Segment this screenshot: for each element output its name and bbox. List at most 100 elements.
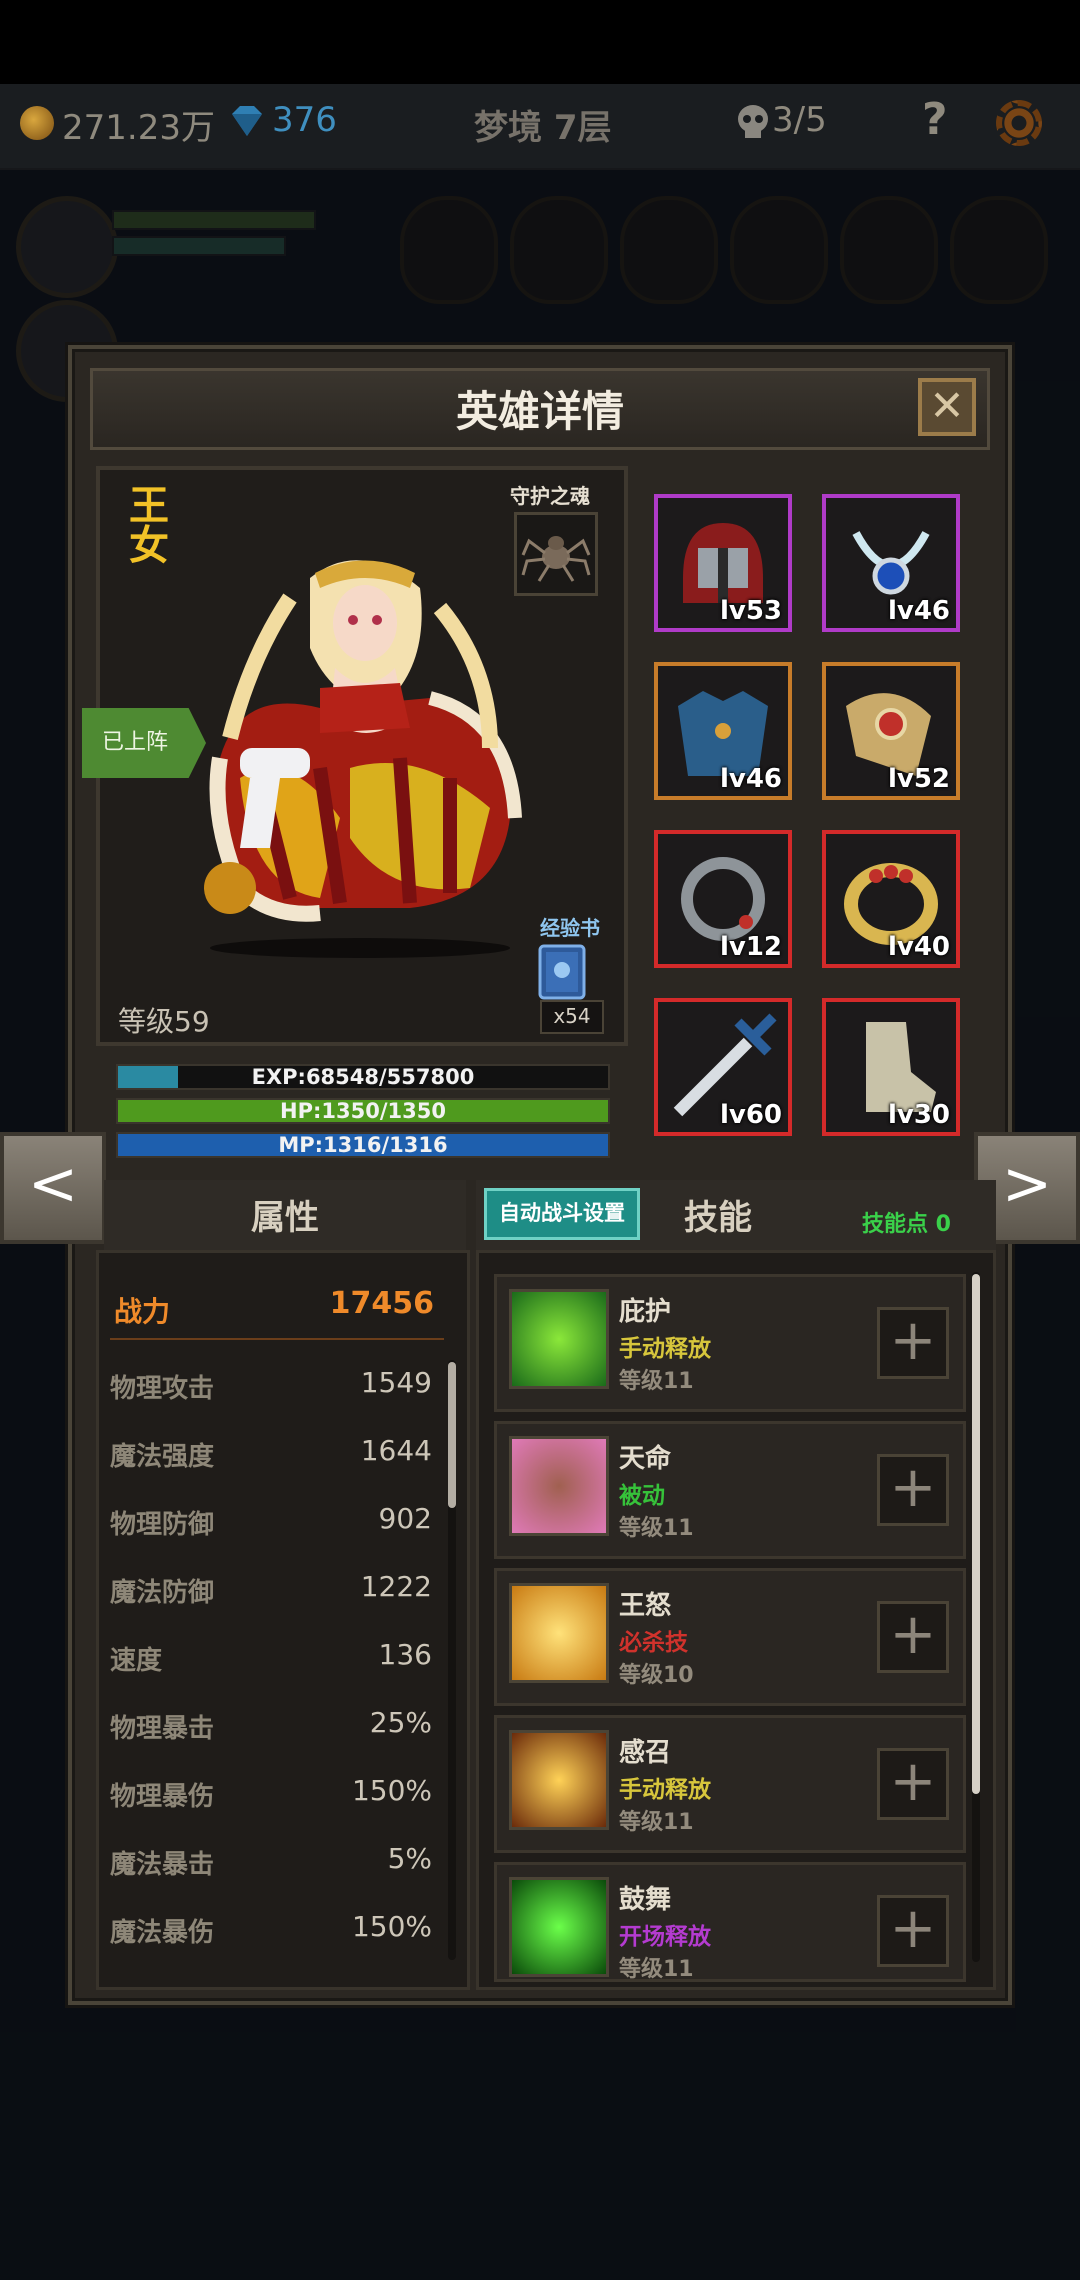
equip-slot-amulet[interactable]: lv46 [822,494,960,632]
skill-level: 等级11 [619,1369,694,1394]
equip-slot-armor[interactable]: lv46 [654,662,792,800]
skull-count: 3/5 [772,100,827,140]
stat-label: 物理防御 [110,1510,215,1540]
stat-label: 魔法暴伤 [110,1918,215,1948]
skill-points: 技能点 0 [862,1212,951,1237]
skill-type: 必杀技 [619,1630,688,1656]
equip-level: lv46 [887,596,950,626]
stat-label: 魔法暴击 [110,1850,215,1880]
auto-battle-settings-button[interactable]: 自动战斗设置 [484,1188,640,1240]
skill-name: 王怒 [619,1591,672,1621]
king-rage-skill-icon [509,1583,609,1683]
skill-item[interactable]: 庇护 手动释放 等级11 + [494,1274,966,1412]
upgrade-skill-button[interactable]: + [877,1748,949,1820]
stat-row: 魔法强度 1644 [110,1434,432,1476]
exp-book-label: 经验书 [540,916,600,940]
equip-level: lv12 [719,932,782,962]
upgrade-skill-button[interactable]: + [877,1895,949,1967]
skill-item[interactable]: 感召 手动释放 等级11 + [494,1715,966,1853]
stat-row: 魔法防御 1222 [110,1570,432,1612]
hero-level: 等级59 [118,1005,210,1038]
stat-value: 1549 [360,1366,432,1399]
stat-row: 魔法暴击 5% [110,1842,432,1884]
stat-row: 速度 136 [110,1638,432,1680]
skill-level: 等级11 [619,1810,694,1835]
destiny-skill-icon [509,1436,609,1536]
equip-level: lv46 [719,764,782,794]
tab-attributes[interactable]: 属性 [104,1190,466,1239]
skull-icon [738,105,768,138]
diamond-icon [232,106,262,136]
stat-value: 136 [378,1638,432,1671]
gold-coin-icon [20,106,54,140]
hero-name: 王女 [122,484,168,564]
stat-label: 物理暴击 [110,1714,215,1744]
power-value: 17456 [329,1286,434,1321]
skill-item[interactable]: 天命 被动 等级11 + [494,1421,966,1559]
upgrade-skill-button[interactable]: + [877,1601,949,1673]
skill-name: 天命 [619,1444,672,1474]
help-button[interactable]: ? [922,94,948,145]
summon-skill-icon [509,1730,609,1830]
equip-slot-boots[interactable]: lv30 [822,998,960,1136]
upgrade-skill-button[interactable]: + [877,1307,949,1379]
stat-value: 1222 [360,1570,432,1603]
stat-value: 1644 [360,1434,432,1467]
stat-row: 物理攻击 1549 [110,1366,432,1408]
skill-level: 等级11 [619,1957,694,1982]
exp-bar: EXP:68548/557800 [116,1064,610,1090]
stat-row: 物理防御 902 [110,1502,432,1544]
power-label: 战力 [114,1295,171,1328]
equipment-grid: lv53 lv46 lv46 lv52 lv12 lv40 lv60 lv30 [640,466,990,1166]
stat-label: 魔法强度 [110,1442,215,1472]
equip-slot-ring[interactable]: lv40 [822,830,960,968]
stat-row: 物理暴伤 150% [110,1774,432,1816]
exp-book-count: x54 [540,1000,604,1034]
skill-type: 手动释放 [619,1777,711,1803]
equip-slot-bracelet[interactable]: lv12 [654,830,792,968]
stat-value: 25% [369,1706,432,1739]
stat-value: 150% [351,1774,432,1807]
equip-level: lv60 [719,1100,782,1130]
skill-item[interactable]: 鼓舞 开场释放 等级11 + [494,1862,966,1982]
hp-bar: HP:1350/1350 [116,1098,610,1124]
deployed-badge: 已上阵 [82,708,206,778]
stat-value: 150% [351,1910,432,1943]
dungeon-floor: 梦境 7层 [474,108,612,148]
stat-label: 物理暴伤 [110,1782,215,1812]
settings-gear-icon[interactable] [996,100,1042,146]
diamond-amount: 376 [272,100,337,140]
skill-type: 手动释放 [619,1336,711,1362]
dialog-title: 英雄详情 [455,387,624,436]
equip-slot-helmet[interactable]: lv53 [654,494,792,632]
skill-name: 感召 [619,1738,672,1768]
attributes-scrollbar-thumb[interactable] [448,1362,456,1508]
skill-name: 庇护 [619,1297,672,1327]
mp-bar: MP:1316/1316 [116,1132,610,1158]
equip-slot-shoulder[interactable]: lv52 [822,662,960,800]
equip-level: lv53 [719,596,782,626]
guardian-soul-label: 守护之魂 [510,484,590,508]
skills-scrollbar-thumb[interactable] [972,1274,980,1794]
skill-item[interactable]: 王怒 必杀技 等级10 + [494,1568,966,1706]
status-bar [0,0,1080,84]
skill-type: 被动 [619,1483,665,1509]
mp-text: MP:1316/1316 [278,1133,448,1157]
stat-value: 5% [387,1842,432,1875]
upgrade-skill-button[interactable]: + [877,1454,949,1526]
hero-portrait [204,560,522,958]
skill-level: 等级11 [619,1516,694,1541]
stat-label: 物理攻击 [110,1374,215,1404]
stat-label: 魔法防御 [110,1578,215,1608]
hp-text: HP:1350/1350 [280,1099,446,1123]
tab-skills[interactable]: 技能 [684,1190,752,1239]
stat-value: 902 [378,1502,432,1535]
exp-book-icon[interactable] [530,940,594,1004]
stat-label: 速度 [110,1646,163,1676]
skill-level: 等级10 [619,1663,694,1688]
close-button[interactable]: ✕ [918,378,976,436]
equip-slot-sword[interactable]: lv60 [654,998,792,1136]
exp-text: EXP:68548/557800 [251,1065,475,1089]
prev-hero-button[interactable]: < [0,1132,106,1244]
shelter-skill-icon [509,1289,609,1389]
